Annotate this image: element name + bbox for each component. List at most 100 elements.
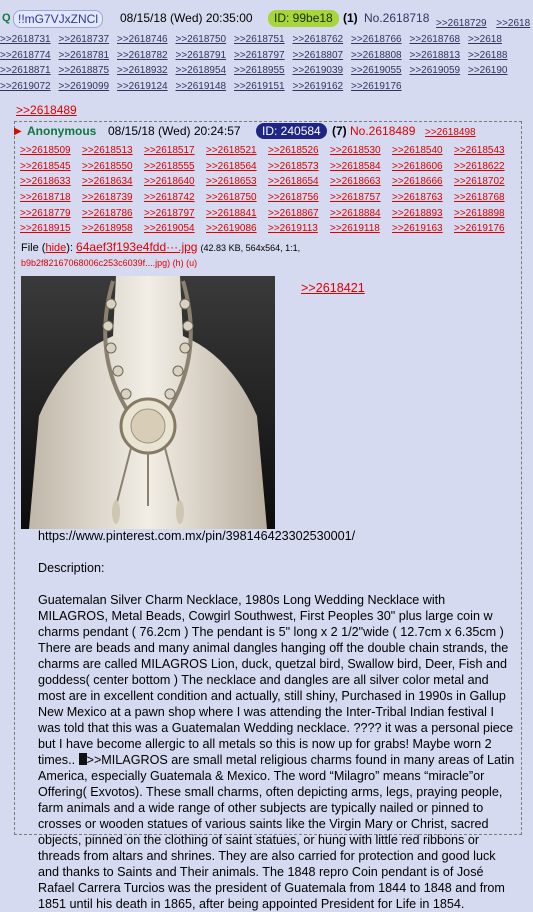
backlink[interactable]: >>2618954: [176, 65, 233, 76]
backlink[interactable]: >>2619118: [330, 223, 390, 234]
backlink[interactable]: >>2618884: [330, 208, 390, 219]
backlink[interactable]: >>2618813: [410, 50, 467, 61]
backlink[interactable]: >>2618808: [351, 50, 408, 61]
backlink[interactable]: >>2619059: [410, 65, 467, 76]
backlink[interactable]: >>2618530: [330, 145, 390, 156]
backlink[interactable]: >>26188: [468, 50, 525, 61]
backlink[interactable]: >>2618791: [176, 50, 233, 61]
backlink[interactable]: >>2618545: [20, 161, 80, 172]
backlink[interactable]: >>2618757: [330, 192, 390, 203]
backlink[interactable]: >>2618932: [117, 65, 174, 76]
backlink[interactable]: >>2618521: [206, 145, 266, 156]
backlink[interactable]: >>2618762: [293, 34, 350, 45]
backlink[interactable]: >>2618807: [293, 50, 350, 61]
backlink[interactable]: >>2618633: [20, 176, 80, 187]
backlink[interactable]: >>2618550: [82, 161, 142, 172]
backlink[interactable]: >>2618640: [144, 176, 204, 187]
backlink[interactable]: >>2618768: [410, 34, 467, 45]
backlink[interactable]: >>2618718: [20, 192, 80, 203]
backlink[interactable]: >>26190: [468, 65, 525, 76]
backlink[interactable]: >>2618782: [117, 50, 174, 61]
backlink[interactable]: >>2618666: [392, 176, 452, 187]
backlink[interactable]: >>2619176: [454, 223, 514, 234]
backlink[interactable]: >>2618: [496, 18, 530, 29]
backlink[interactable]: >>2618543: [454, 145, 514, 156]
backlink[interactable]: >>2618663: [330, 176, 390, 187]
file-h-link[interactable]: (h): [173, 258, 184, 268]
post-text-1: Guatemalan Silver Charm Necklace, 1980s …: [38, 593, 514, 767]
backlink[interactable]: >>2618739: [82, 192, 142, 203]
backlink[interactable]: >>2618875: [59, 65, 116, 76]
backlink[interactable]: >>2618766: [351, 34, 408, 45]
backlink[interactable]: >>2619055: [351, 65, 408, 76]
backlink[interactable]: >>2618867: [268, 208, 328, 219]
backlink[interactable]: >>2618893: [392, 208, 452, 219]
backlink[interactable]: >>2618915: [20, 223, 80, 234]
quote-link[interactable]: >>2618421: [301, 281, 365, 295]
backlink[interactable]: >>2618786: [82, 208, 142, 219]
hide-file-link[interactable]: hide: [45, 242, 66, 254]
backlink[interactable]: >>2618731: [0, 34, 57, 45]
reply-backlink-grid: >>2618509 >>2618513 >>2618517 >>2618521 >>26…: [20, 141, 520, 235]
backlink[interactable]: >>2619054: [144, 223, 204, 234]
backlink-row: >>2618509 >>2618513 >>2618517 >>2618521 >>26…: [20, 141, 520, 157]
backlink[interactable]: >>2618606: [392, 161, 452, 172]
post-arrow-icon[interactable]: ▶: [14, 126, 22, 137]
backlink[interactable]: >>2619148: [176, 81, 233, 92]
backlink[interactable]: >>2618955: [234, 65, 291, 76]
backlink[interactable]: >>2619124: [117, 81, 174, 92]
file-name-link[interactable]: 64aef3f193e4fdd···.jpg: [76, 240, 197, 254]
backlink[interactable]: >>2618573: [268, 161, 328, 172]
backlink[interactable]: >>2619072: [0, 81, 57, 92]
backlink[interactable]: >>2619151: [234, 81, 291, 92]
backlink[interactable]: >>2618584: [330, 161, 390, 172]
backlink[interactable]: >>2618756: [268, 192, 328, 203]
backlink[interactable]: >>2618555: [144, 161, 204, 172]
backlink[interactable]: >>2618526: [268, 145, 328, 156]
backlink[interactable]: >>2618774: [0, 50, 57, 61]
backlink[interactable]: >>2618779: [20, 208, 80, 219]
backlink[interactable]: >>2619113: [268, 223, 328, 234]
backlink[interactable]: >>2619086: [206, 223, 266, 234]
backlink[interactable]: >>2618729: [436, 18, 487, 29]
backlink[interactable]: >>2618634: [82, 176, 142, 187]
backlink[interactable]: >>2618763: [392, 192, 452, 203]
poster-id[interactable]: ID: 99be18: [268, 10, 339, 27]
backlink[interactable]: >>2618768: [454, 192, 514, 203]
backlink[interactable]: >>2619176: [351, 81, 408, 92]
reply-ref-link[interactable]: >>2618489: [16, 103, 77, 117]
backlink[interactable]: >>2618958: [82, 223, 142, 234]
backlink[interactable]: >>2618509: [20, 145, 80, 156]
backlink[interactable]: >>2618540: [392, 145, 452, 156]
backlink[interactable]: >>2618653: [206, 176, 266, 187]
reply-poster-id[interactable]: ID: 240584: [256, 123, 327, 139]
backlink[interactable]: >>2618517: [144, 145, 204, 156]
reply-number-link[interactable]: No.2618489: [350, 124, 415, 138]
backlink[interactable]: >>2618898: [454, 208, 514, 219]
backlink[interactable]: >>2618750: [176, 34, 233, 45]
backlink[interactable]: >>2618751: [234, 34, 291, 45]
backlink[interactable]: >>2618797: [144, 208, 204, 219]
backlink[interactable]: >>2619162: [293, 81, 350, 92]
backlink[interactable]: >>2618841: [206, 208, 266, 219]
backlink[interactable]: >>2618746: [117, 34, 174, 45]
backlink[interactable]: >>2618513: [82, 145, 142, 156]
backlink[interactable]: >>2618871: [0, 65, 57, 76]
backlink[interactable]: >>2618750: [206, 192, 266, 203]
backlink[interactable]: >>2619163: [392, 223, 452, 234]
backlink[interactable]: >>2619099: [59, 81, 116, 92]
backlink[interactable]: >>2618702: [454, 176, 514, 187]
backlink[interactable]: >>2618742: [144, 192, 204, 203]
backlink[interactable]: >>2618564: [206, 161, 266, 172]
file-hash-link[interactable]: b9b2f82167068006c253c6039f....jpg): [21, 258, 170, 268]
file-u-link[interactable]: (u): [186, 258, 197, 268]
post-number-link[interactable]: No.2618718: [364, 11, 429, 25]
backlink[interactable]: >>2618: [468, 34, 525, 45]
backlink[interactable]: >>2618797: [234, 50, 291, 61]
backlink[interactable]: >>2618498: [425, 127, 476, 138]
backlink[interactable]: >>2618737: [59, 34, 116, 45]
backlink[interactable]: >>2618781: [59, 50, 116, 61]
backlink[interactable]: >>2618622: [454, 161, 514, 172]
backlink[interactable]: >>2618654: [268, 176, 328, 187]
backlink[interactable]: >>2619039: [293, 65, 350, 76]
